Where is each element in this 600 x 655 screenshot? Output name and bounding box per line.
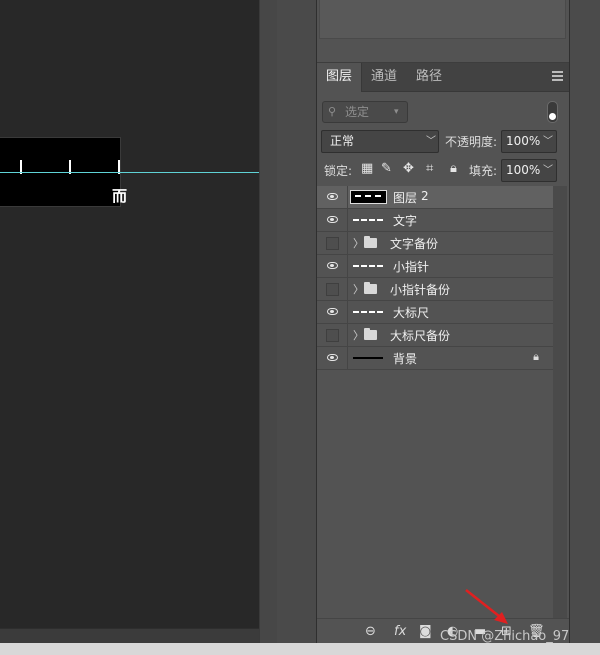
visibility-toggle[interactable] [317,347,348,369]
guide-line[interactable] [0,172,259,173]
layer-row[interactable]: 大标尺 [317,301,553,324]
chevron-down-icon: ﹀ [543,165,553,176]
document-text: 而 [112,187,128,205]
lock-artboard-icon[interactable]: ⌗ [426,161,433,176]
fx-button[interactable]: fx [394,624,406,639]
layer-thumbnail [353,311,383,313]
filter-placeholder: 选定 [345,105,370,119]
layer-row[interactable]: 〉 小指针备份 [317,278,553,301]
eye-icon [327,262,338,269]
layer-row[interactable]: 〉 文字备份 [317,232,553,255]
layer-name: 文字 [393,214,418,228]
lock-all-icon[interactable]: 🔒︎ [450,161,457,176]
eye-icon [327,216,338,223]
panel-divider[interactable] [259,0,279,643]
link-icon[interactable]: ⊖ [365,624,376,639]
visibility-toggle[interactable] [317,186,348,208]
layer-name: 图层 [393,191,418,205]
eye-icon [327,193,338,200]
visibility-toggle[interactable] [317,232,348,254]
eye-icon [327,354,338,361]
canvas-area[interactable]: 而 [0,0,259,628]
hidden-box [326,283,339,296]
watermark: CSDN @Zhichao_97 [440,629,570,644]
hidden-box [326,329,339,342]
fill-input[interactable]: 100% ﹀ [501,159,557,182]
layer-name: 文字备份 [390,237,439,251]
layer-thumbnail [350,190,387,204]
upper-panel [317,0,569,63]
tab-paths[interactable]: 路径 [407,63,451,91]
eye-icon [327,308,338,315]
visibility-toggle[interactable] [317,278,348,300]
opacity-label: 不透明度: [445,135,498,149]
chevron-down-icon: ▾ [394,107,399,117]
visibility-toggle[interactable] [317,255,348,277]
tab-layers[interactable]: 图层 [317,63,362,92]
hidden-box [326,237,339,250]
layer-row[interactable]: 图层 2 [317,186,553,209]
panel-tabs: 图层 通道 路径 [317,63,569,92]
chevron-down-icon: ﹀ [543,136,553,147]
layer-row[interactable]: 背景 🔒︎ [317,347,553,370]
fill-value: 100% [506,163,541,177]
lock-transparent-icon[interactable]: ▦ [361,161,373,176]
lock-label: 锁定: [324,164,353,178]
visibility-toggle[interactable] [317,301,348,323]
layers-panel: 图层 通道 路径 ⚲ 选定 ▾ 正常 ﹀ 不透明度: 100% ﹀ 锁定: ▦ … [317,63,569,644]
layer-row[interactable]: 文字 [317,209,553,232]
search-icon: ⚲ [328,105,337,118]
folder-icon [364,328,377,340]
fill-label: 填充: [469,164,498,178]
layer-thumbnail [353,357,383,359]
layer-name: 小指针备份 [390,283,451,297]
layer-row[interactable]: 〉 大标尺备份 [317,324,553,347]
chevron-right-icon[interactable]: 〉 [353,235,364,251]
filter-toggle[interactable] [547,101,558,123]
opacity-input[interactable]: 100% ﹀ [501,130,557,153]
upper-panel-content [319,0,566,39]
folder-icon [364,282,377,294]
layer-filter-select[interactable]: ⚲ 选定 ▾ [322,101,408,123]
layer-name: 大标尺备份 [390,329,451,343]
blend-mode-value: 正常 [330,134,355,148]
tab-channels[interactable]: 通道 [362,63,406,91]
opacity-value: 100% [506,134,541,148]
layer-list: 图层 2 文字 〉 文字备份 小指针 〉 小指针备份 大标尺 〉 大标尺备份 背… [317,186,553,370]
layer-thumbnail [353,219,383,221]
layer-row[interactable]: 小指针 [317,255,553,278]
layer-thumbnail [353,265,383,267]
layer-name: 背景 [393,352,418,366]
blend-mode-select[interactable]: 正常 ﹀ [321,130,439,153]
lock-brush-icon[interactable]: ✎ [381,161,392,176]
chevron-right-icon[interactable]: 〉 [353,281,364,297]
annotation-arrow [465,589,508,624]
layer-name: 大标尺 [393,306,430,320]
layer-list-scrollbar[interactable] [553,186,567,618]
chevron-right-icon[interactable]: 〉 [353,327,364,343]
horizontal-scrollbar[interactable] [0,628,259,644]
panel-dock [277,0,317,643]
visibility-toggle[interactable] [317,324,348,346]
mask-icon[interactable]: ◙ [419,624,432,639]
chevron-down-icon: ﹀ [426,136,436,147]
visibility-toggle[interactable] [317,209,348,231]
panel-menu-icon[interactable] [552,71,563,81]
lock-move-icon[interactable]: ✥ [403,161,414,176]
layer-name: 小指针 [393,260,430,274]
lock-icon: 🔒︎ [533,350,539,363]
layer-suffix: 2 [421,189,429,203]
right-dock [569,0,600,643]
folder-icon [364,236,377,248]
status-bar [0,643,600,655]
